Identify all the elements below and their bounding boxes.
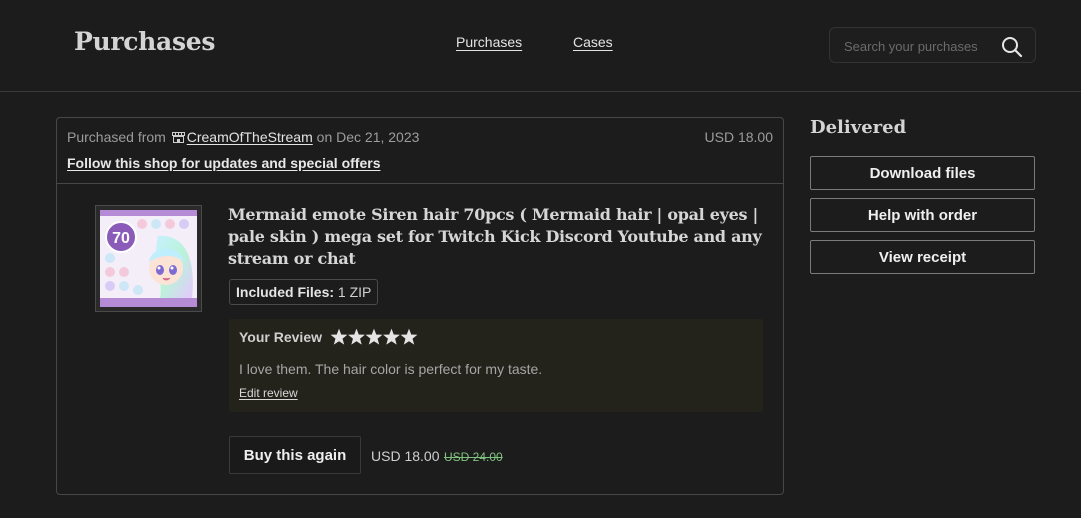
search-box [829,27,1036,63]
nav-link-cases[interactable]: Cases [573,34,613,50]
review-box: Your Review I love them. The hair color … [229,319,763,412]
current-price: USD 18.00 [371,448,440,464]
star-icon [348,328,365,345]
buy-again-button[interactable]: Buy this again [229,436,361,474]
review-text: I love them. The hair color is perfect f… [239,361,543,377]
shop-icon [171,132,185,143]
order-header: Purchased from CreamOfTheStream on Dec 2… [57,118,783,184]
shop-name-link[interactable]: CreamOfTheStream [187,129,313,145]
view-receipt-button[interactable]: View receipt [810,240,1035,274]
search-input[interactable] [842,36,992,56]
product-title[interactable]: Mermaid emote Siren hair 70pcs ( Mermaid… [228,204,768,270]
star-icon [383,328,400,345]
star-icon [365,328,383,345]
follow-shop-link[interactable]: Follow this shop for updates and special… [67,155,380,171]
star-icon [400,328,418,345]
order-status: Delivered [810,117,907,138]
purchased-from-label: Purchased from [67,129,166,145]
included-files-badge: Included Files: 1 ZIP [229,279,379,305]
original-price: USD 24.00 [444,450,503,464]
purchased-from-line: Purchased from CreamOfTheStream on Dec 2… [67,129,419,145]
thumbnail-badge: 70 [112,230,130,247]
order-total: USD 18.00 [704,129,773,145]
order-card: Purchased from CreamOfTheStream on Dec 2… [56,117,784,495]
included-files-label: Included Files: [236,284,335,300]
edit-review-link[interactable]: Edit review [239,386,298,400]
page-title: Purchases [74,27,216,56]
review-label: Your Review [239,329,322,345]
included-files-value: 1 ZIP [337,284,372,300]
search-icon[interactable] [1001,36,1023,58]
product-image: 70 [100,210,197,307]
star-rating [330,328,418,345]
order-date: on Dec 21, 2023 [316,129,420,145]
product-thumbnail[interactable]: 70 [95,205,202,312]
top-header: Purchases Purchases Cases [0,0,1081,92]
star-icon [330,328,348,345]
download-files-button[interactable]: Download files [810,156,1035,190]
help-with-order-button[interactable]: Help with order [810,198,1035,232]
nav-link-purchases[interactable]: Purchases [456,34,522,50]
